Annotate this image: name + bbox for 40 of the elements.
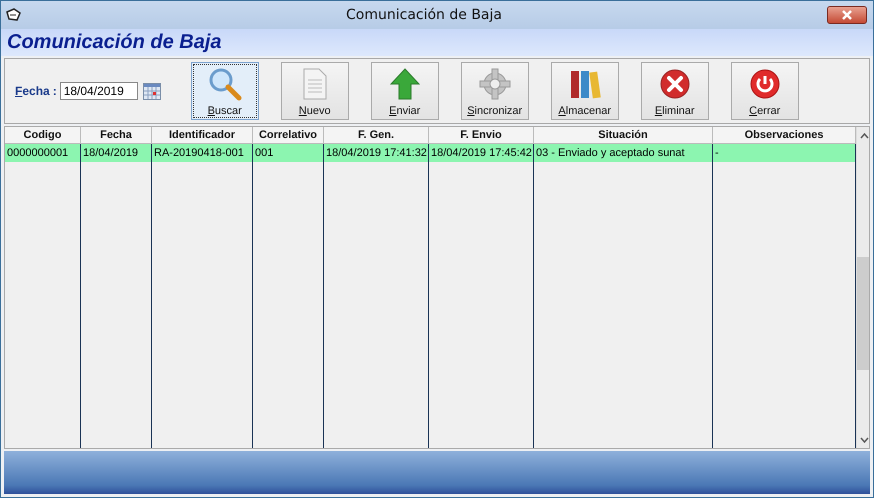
column-header[interactable]: Codigo (5, 127, 81, 144)
up-arrow-icon (390, 68, 420, 100)
window-title: Comunicación de Baja (345, 7, 503, 23)
close-icon (842, 10, 852, 20)
column-header[interactable]: Correlativo (253, 127, 324, 144)
document-icon (302, 68, 328, 100)
scrollbar[interactable] (856, 127, 869, 448)
magnifier-icon (208, 67, 242, 101)
table-cell: 001 (253, 144, 324, 162)
toolbar-button[interactable]: Eliminar (640, 62, 709, 120)
date-separator: : (52, 84, 57, 98)
table-cell: 18/04/2019 17:41:32 (324, 144, 429, 162)
gear-icon (478, 68, 511, 100)
date-field[interactable]: 18/04/2019 (60, 82, 138, 100)
toolbar-button[interactable]: Enviar (370, 62, 439, 120)
close-button[interactable] (827, 6, 867, 24)
table-cell: 0000000001 (5, 144, 81, 162)
column-header[interactable]: F. Gen. (324, 127, 429, 144)
table-cell: RA-20190418-001 (152, 144, 253, 162)
toolbar-button[interactable]: Buscar (190, 62, 259, 120)
delete-icon (658, 68, 691, 100)
toolbar-button[interactable]: Cerrar (730, 62, 799, 120)
toolbar-button[interactable]: Sincronizar (460, 62, 529, 120)
table-cell: 03 - Enviado y aceptado sunat (534, 144, 713, 162)
column-header[interactable]: Observaciones (713, 127, 856, 144)
table-cell: 18/04/2019 (81, 144, 152, 162)
column-header[interactable]: Fecha (81, 127, 152, 144)
form-title: Comunicación de Baja (7, 31, 222, 54)
binders-icon (568, 68, 601, 100)
power-icon (748, 68, 781, 100)
column-header[interactable]: Situación (534, 127, 713, 144)
toolbar-button[interactable]: Nuevo (280, 62, 349, 120)
toolbar-button[interactable]: Almacenar (550, 62, 619, 120)
table-row[interactable]: 0000000001 18/04/2019 RA-20190418-001 001 18/04/2019 17:41:32 18/04/2019 17:45:42 03 - Enviado y aceptado sunat - (5, 144, 856, 162)
calendar-icon[interactable] (142, 82, 161, 100)
column-header[interactable]: Identificador (152, 127, 253, 144)
column-header[interactable]: F. Envio (429, 127, 534, 144)
table-cell: 18/04/2019 17:45:42 (429, 144, 534, 162)
date-label: Fecha (15, 84, 50, 98)
app-icon (5, 8, 21, 22)
